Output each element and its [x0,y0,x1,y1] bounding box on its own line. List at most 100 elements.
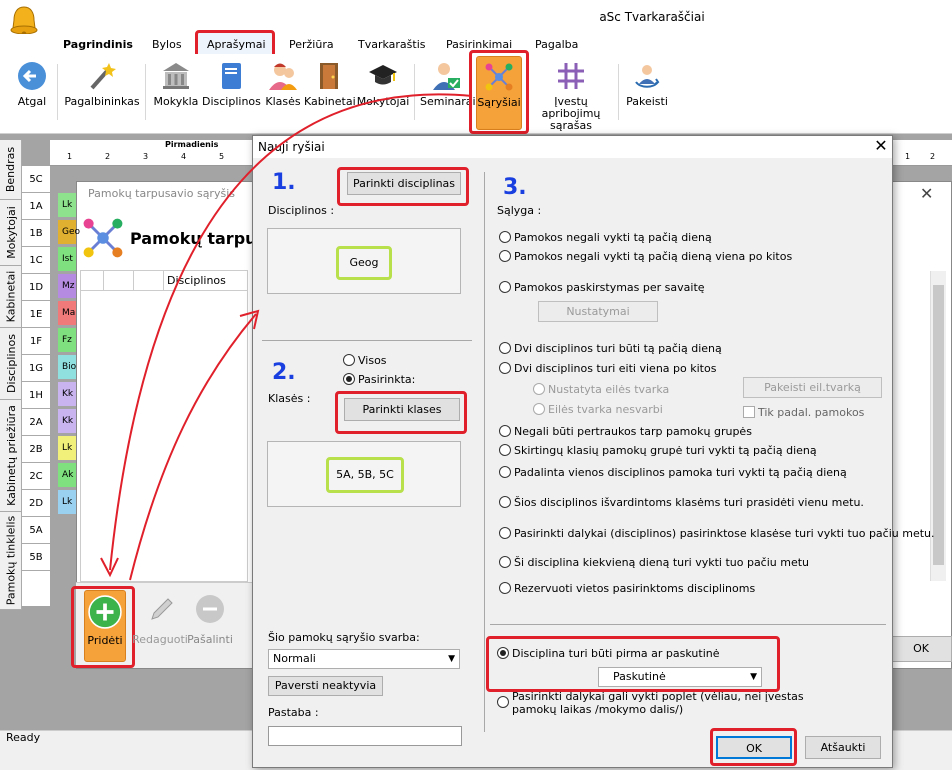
first-last-radio[interactable] [497,647,509,659]
row-label: 1D [22,274,50,301]
pick-classes-button[interactable]: Parinkti klases [344,398,460,421]
order-none-radio[interactable] [533,403,545,415]
order-set-radio[interactable] [533,383,545,395]
option-radio[interactable] [499,281,511,293]
graduation-cap-icon [369,65,397,85]
constraints-list-button[interactable]: Įvestų apribojimų sąrašas [528,60,614,134]
lesson-cell[interactable]: Ma [58,301,76,325]
relations-label: Sąryšiai [477,96,521,109]
ok-button[interactable]: OK [716,736,792,759]
school-button[interactable]: Mokykla [151,60,201,134]
seminars-button[interactable]: Seminarai [420,60,476,134]
subjects-button[interactable]: Disciplinos [202,60,261,134]
row-label: 2D [22,490,50,517]
lesson-cell[interactable]: Fz [58,328,76,352]
constraints-list-label: Įvestų apribojimų sąrašas [541,95,601,132]
option-radio[interactable] [499,425,511,437]
option-label: Ši disciplina kiekvieną dieną turi vykti… [514,556,810,569]
add-relation-label: Pridėti [87,634,123,647]
pick-subjects-button[interactable]: Parinkti disciplinas [347,172,461,195]
students-icon [269,63,297,90]
settings-button[interactable]: Nustatymai [538,301,658,322]
lesson-cell[interactable]: Lk [58,436,76,460]
school-building-icon [163,63,189,89]
row-label: 1B [22,220,50,247]
deactivate-button[interactable]: Paversti neaktyvia [268,676,383,696]
lesson-cell[interactable]: Ak [58,463,76,487]
lesson-cell[interactable]: Kk [58,409,76,433]
lesson-cell[interactable]: Kk [58,382,76,406]
menu-perziura[interactable]: Peržiūra [289,38,334,51]
option-radio[interactable] [499,496,511,508]
lesson-cell[interactable]: Lk [58,193,76,217]
radio-all-label: Visos [358,354,387,367]
menu-pagalba[interactable]: Pagalba [535,38,578,51]
wizard-button[interactable]: Pagalbininkas [62,60,142,134]
back-button[interactable]: Atgal [10,60,54,134]
lesson-cell[interactable]: Lk [58,490,76,514]
school-label: Mokykla [153,95,199,108]
lesson-cell[interactable]: Mz [58,274,76,298]
option-radio[interactable] [497,696,509,708]
row-label: 1A [22,193,50,220]
plus-circle-icon [88,595,122,629]
position-select[interactable]: Paskutinė ▼ [598,667,762,687]
remove-relation-button[interactable]: Pašalinti [186,592,234,652]
option-radio[interactable] [499,250,511,262]
row-label: 1C [22,247,50,274]
relations-button[interactable]: Sąryšiai [476,56,522,130]
menu-bylos[interactable]: Bylos [152,38,182,51]
chevron-down-icon: ▼ [750,672,757,682]
change-order-button[interactable]: Pakeisti eil.tvarką [743,377,882,398]
vtab-bendras[interactable]: Bendras [0,140,22,200]
lesson-cell[interactable]: Bio [58,355,76,379]
scrollbar-thumb[interactable] [933,285,944,565]
edit-relation-button[interactable]: Redaguoti [132,592,188,652]
note-input[interactable] [268,726,462,746]
menu-aprasymai[interactable]: Aprašymai [207,38,266,51]
relations-ok-button[interactable]: OK [890,636,952,662]
menu-tvarkarastis[interactable]: Tvarkaraštis [358,38,426,51]
teachers-button[interactable]: Mokytojai [356,60,410,134]
vtab-kabinetu-prieziura[interactable]: Kabinetų priežiūra [0,400,22,512]
option-radio[interactable] [499,527,511,539]
first-last-label: Disciplina turi būti pirma ar paskutinė [512,647,720,660]
only-divided-checkbox[interactable] [743,406,755,418]
relations-window-close-icon[interactable]: ✕ [920,184,933,203]
row-label: 1F [22,328,50,355]
option-radio[interactable] [499,466,511,478]
dialog-title-bar [253,136,892,158]
add-relation-button[interactable]: Pridėti [84,590,126,662]
classes-label: Klasės [265,95,301,108]
classrooms-button[interactable]: Kabinetai [304,60,356,134]
radio-selected-classes[interactable] [343,373,355,385]
lesson-cell[interactable]: Ist [58,247,76,271]
option-radio[interactable] [499,444,511,456]
option-radio[interactable] [499,342,511,354]
lesson-cell[interactable]: Geo [58,220,80,244]
change-button[interactable]: Pakeisti [624,60,670,134]
option-radio[interactable] [499,582,511,594]
option-radio[interactable] [499,231,511,243]
vtab-pamoku-tinklelis[interactable]: Pamokų tinklelis [0,512,22,610]
pencil-icon [151,598,173,620]
vtab-mokytojai[interactable]: Mokytojai [0,200,22,266]
door-icon [320,63,338,89]
weight-label: Šio pamokų sąryšio svarba: [268,631,420,644]
weight-select[interactable]: Normali ▼ [268,649,460,669]
divider [262,340,472,341]
vtab-disciplinos[interactable]: Disciplinos [0,328,22,400]
classes-button[interactable]: Klasės [264,60,302,134]
col-disciplinos: Disciplinos [167,274,226,287]
radio-all-classes[interactable] [343,354,355,366]
col-right-1: 1 [905,152,911,161]
menu-pagrindinis[interactable]: Pagrindinis [63,38,133,51]
dialog-close-icon[interactable]: ✕ [872,136,890,156]
step-3-marker: 3. [503,175,527,200]
col-4: 4 [181,152,187,161]
col-3: 3 [143,152,149,161]
option-radio[interactable] [499,362,511,374]
option-radio[interactable] [499,556,511,568]
vtab-kabinetai[interactable]: Kabinetai [0,266,22,328]
cancel-button[interactable]: Atšaukti [805,736,881,759]
